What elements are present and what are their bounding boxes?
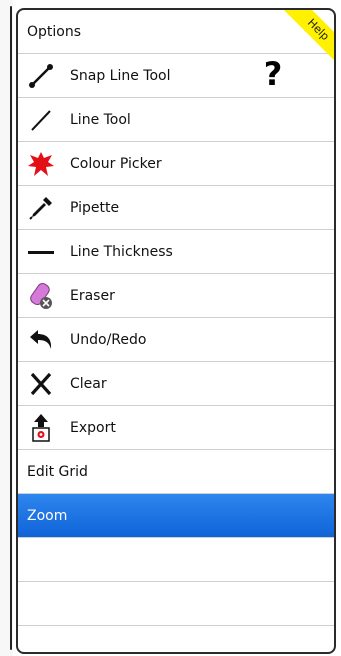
eraser-icon xyxy=(26,281,56,311)
snap-line-icon xyxy=(26,61,56,91)
empty-row xyxy=(18,538,334,582)
pipette-icon xyxy=(26,193,56,223)
menu-item-label: Zoom xyxy=(27,508,68,524)
export-icon xyxy=(26,413,56,443)
menu-item-line-tool[interactable]: Line Tool xyxy=(18,98,334,142)
background-edge xyxy=(0,0,13,656)
help-ribbon[interactable]: Help xyxy=(282,10,334,60)
menu-item-zoom[interactable]: Zoom xyxy=(18,494,334,538)
empty-row xyxy=(18,582,334,626)
app-root: Options Help Snap Line Tool ? Line Tool … xyxy=(0,0,341,656)
menu-item-label: Eraser xyxy=(70,288,115,304)
help-ribbon-wrap[interactable]: Help xyxy=(270,10,334,60)
options-title: Options xyxy=(27,24,82,40)
menu-item-pipette[interactable]: Pipette xyxy=(18,186,334,230)
menu-item-clear[interactable]: Clear xyxy=(18,362,334,406)
menu-item-label: Undo/Redo xyxy=(70,332,147,348)
menu-item-eraser[interactable]: Eraser xyxy=(18,274,334,318)
menu-item-label: Edit Grid xyxy=(27,464,88,480)
line-icon xyxy=(26,105,56,135)
menu-item-label: Pipette xyxy=(70,200,120,216)
undo-icon xyxy=(26,325,56,355)
menu-item-label: Clear xyxy=(70,376,107,392)
options-panel: Options Help Snap Line Tool ? Line Tool … xyxy=(16,8,336,654)
paint-splat-icon xyxy=(26,149,56,179)
menu-item-label: Line Thickness xyxy=(70,244,173,260)
menu-item-colour-picker[interactable]: Colour Picker xyxy=(18,142,334,186)
menu-item-line-thickness[interactable]: Line Thickness xyxy=(18,230,334,274)
menu-item-edit-grid[interactable]: Edit Grid xyxy=(18,450,334,494)
menu-item-label: Line Tool xyxy=(70,112,131,128)
empty-row xyxy=(18,626,334,652)
menu-item-export[interactable]: Export xyxy=(18,406,334,450)
background-edge-line xyxy=(10,6,12,650)
menu-item-label: Snap Line Tool xyxy=(70,68,171,84)
menu-item-label: Colour Picker xyxy=(70,156,162,172)
help-icon[interactable]: ? xyxy=(258,54,288,94)
clear-x-icon xyxy=(26,369,56,399)
menu-item-label: Export xyxy=(70,420,116,436)
menu-item-undo-redo[interactable]: Undo/Redo xyxy=(18,318,334,362)
line-thickness-icon xyxy=(26,237,56,267)
